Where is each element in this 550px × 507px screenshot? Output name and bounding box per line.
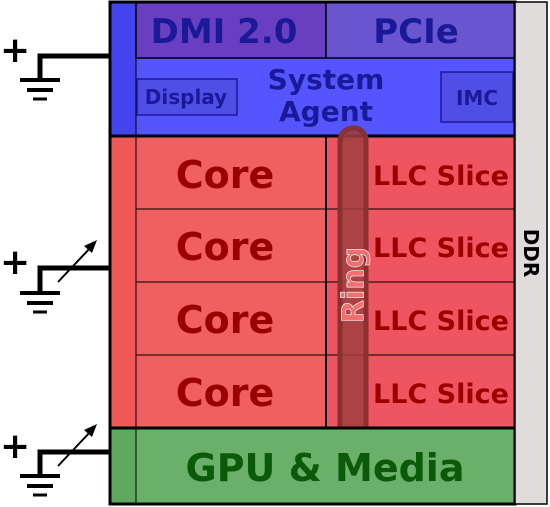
power-plus-sign: +: [0, 242, 30, 283]
power-supply-3: +: [0, 424, 110, 497]
cpu-block-diagram: + + + DMI 2.0 PCIe Display System Agent: [0, 0, 548, 506]
power-wire: [37, 449, 110, 476]
ddr-label: DDR: [519, 229, 543, 278]
variable-arrow-icon: [57, 429, 93, 467]
variable-arrow-icon: [57, 245, 93, 283]
core-label: Core: [176, 153, 275, 197]
llc-slice-label: LLC Slice: [373, 306, 509, 337]
core-label: Core: [176, 225, 275, 269]
ring-interconnect: Ring: [336, 125, 372, 445]
pcie-label: PCIe: [373, 12, 459, 52]
core-label: Core: [176, 298, 275, 342]
power-supply-2: +: [0, 240, 110, 314]
imc-label: IMC: [456, 86, 498, 110]
llc-slice-label: LLC Slice: [373, 161, 509, 192]
display-label: Display: [145, 85, 227, 109]
ring-label: Ring: [337, 247, 372, 323]
gpu-media-region: GPU & Media: [108, 426, 517, 506]
ddr-bus: DDR: [514, 1, 548, 505]
system-agent-region: DMI 2.0 PCIe Display System Agent IMC: [108, 0, 517, 138]
dmi-label: DMI 2.0: [151, 12, 298, 52]
power-plus-sign: +: [0, 426, 30, 467]
power-wire: [37, 53, 110, 80]
llc-slice-label: LLC Slice: [373, 233, 509, 264]
llc-slice-label: LLC Slice: [373, 379, 509, 410]
power-plus-sign: +: [0, 30, 30, 71]
gpu-media-label: GPU & Media: [186, 446, 465, 490]
power-wire: [37, 265, 110, 293]
system-agent-label-line2: Agent: [279, 95, 373, 128]
system-agent-label: System: [268, 63, 385, 96]
cores-region: Core LLC Slice Core LLC Slice Core LLC S…: [108, 134, 517, 430]
core-label: Core: [176, 371, 275, 415]
power-supply-1: +: [0, 30, 110, 101]
